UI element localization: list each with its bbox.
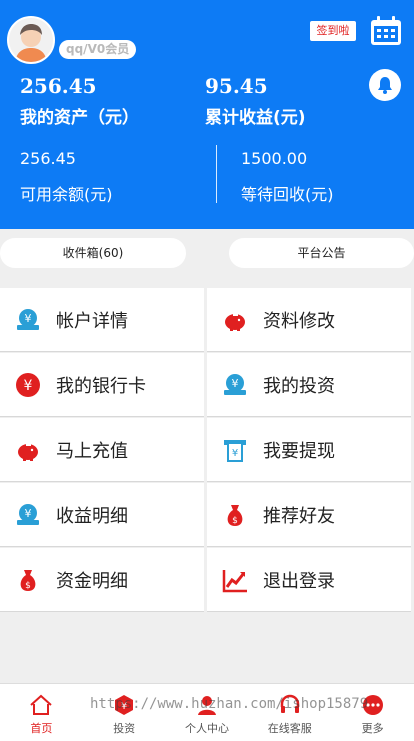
menu-item-label: 资金明细: [56, 570, 128, 592]
menu-item-label: 马上充值: [56, 440, 128, 462]
menu-item-label: 推荐好友: [263, 505, 335, 527]
menu-item-label: 资料修改: [263, 310, 335, 332]
svg-text:$: $: [25, 581, 31, 591]
more-icon: [362, 695, 383, 715]
menu-item-label: 我要提现: [263, 440, 335, 462]
menu-item-label: 退出登录: [263, 570, 335, 592]
bell-icon: [378, 77, 392, 94]
notification-button[interactable]: [369, 69, 401, 101]
pending-return-label: 等待回收(元): [241, 185, 334, 204]
member-level-badge: qq/V0会员: [59, 40, 137, 59]
available-balance-label: 可用余额(元): [20, 185, 113, 204]
invest-icon: ¥: [115, 695, 134, 715]
nav-label: 个人中心: [184, 722, 229, 735]
money-bag-icon: $: [221, 501, 249, 529]
nav-support[interactable]: 在线客服: [248, 684, 331, 741]
nav-home[interactable]: 首页: [0, 684, 83, 741]
menu-item-label: 收益明细: [56, 505, 128, 527]
avatar-face-icon: [9, 18, 53, 62]
calendar-icon[interactable]: [369, 15, 403, 47]
atm-receipt-icon: ¥: [221, 436, 249, 464]
menu-item-bank-cards[interactable]: ¥ 我的银行卡: [0, 353, 204, 417]
menu-item-logout[interactable]: 退出登录: [207, 548, 411, 612]
svg-text:¥: ¥: [24, 378, 33, 394]
svg-text:¥: ¥: [232, 377, 239, 390]
nav-more[interactable]: 更多: [331, 684, 414, 741]
menu-item-earnings-details[interactable]: ¥ 收益明细: [0, 483, 204, 547]
headset-icon: [280, 694, 300, 713]
account-header: qq/V0会员 签到啦 256.45 我的资产（元） 95.45 累计收益(元)…: [0, 0, 414, 229]
nav-profile[interactable]: 个人中心: [166, 684, 249, 741]
stats-divider: [216, 145, 217, 203]
total-assets-label: 我的资产（元）: [20, 108, 139, 128]
yuan-card-icon: ¥: [14, 501, 42, 529]
menu-item-edit-profile[interactable]: 资料修改: [207, 288, 411, 352]
nav-invest[interactable]: ¥ 投资: [83, 684, 166, 741]
svg-text:¥: ¥: [232, 448, 238, 459]
nav-label: 更多: [361, 722, 384, 735]
money-bag-icon: $: [14, 566, 42, 594]
user-icon: [197, 696, 216, 715]
home-icon: [30, 694, 53, 715]
pending-return-value: 1500.00: [241, 149, 308, 168]
svg-text:$: $: [232, 516, 238, 526]
total-earnings-label: 累计收益(元): [205, 108, 306, 128]
available-balance-value: 256.45: [20, 149, 76, 168]
sign-in-button[interactable]: 签到啦: [310, 21, 356, 41]
trend-chart-icon: [221, 566, 249, 594]
svg-text:¥: ¥: [25, 507, 32, 520]
nav-label: 在线客服: [267, 722, 312, 735]
nav-label: 投资: [113, 722, 136, 735]
yuan-card-icon: ¥: [221, 371, 249, 399]
menu-item-label: 我的投资: [263, 375, 335, 397]
bottom-navigation: 首页 ¥ 投资 个人中心 在线客服 更多: [0, 683, 414, 741]
inbox-button[interactable]: 收件箱(60): [0, 238, 186, 268]
menu-item-account-details[interactable]: ¥ 帐户详情: [0, 288, 204, 352]
menu-item-label: 帐户详情: [56, 310, 128, 332]
yuan-coin-icon: ¥: [14, 371, 42, 399]
yuan-card-icon: ¥: [14, 306, 42, 334]
menu-item-refer-friends[interactable]: $ 推荐好友: [207, 483, 411, 547]
avatar[interactable]: [7, 16, 55, 64]
menu-item-withdraw[interactable]: ¥ 我要提现: [207, 418, 411, 482]
svg-text:¥: ¥: [121, 701, 127, 712]
piggy-bank-icon: [14, 436, 42, 464]
menu-item-label: 我的银行卡: [56, 375, 146, 397]
total-assets-value: 256.45: [20, 74, 97, 98]
menu-item-my-investments[interactable]: ¥ 我的投资: [207, 353, 411, 417]
svg-text:¥: ¥: [25, 312, 32, 325]
menu-item-recharge[interactable]: 马上充值: [0, 418, 204, 482]
piggy-bank-icon: [221, 306, 249, 334]
announcement-button[interactable]: 平台公告: [229, 238, 414, 268]
menu-item-fund-details[interactable]: $ 资金明细: [0, 548, 204, 612]
nav-label: 首页: [30, 722, 53, 735]
total-earnings-value: 95.45: [205, 74, 268, 98]
